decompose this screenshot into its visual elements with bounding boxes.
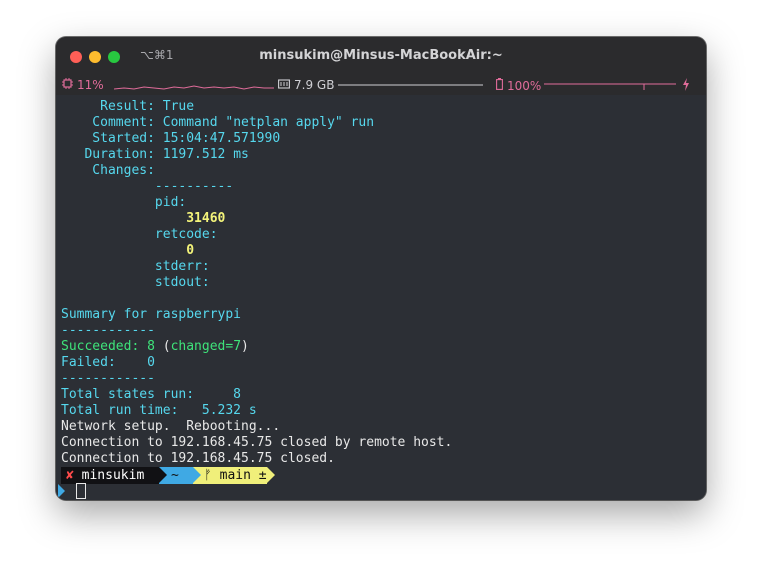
error-status-icon: ✘ — [66, 468, 74, 483]
prompt-separator — [193, 467, 201, 483]
connection-line-2: Connection to 192.168.45.75 closed. — [61, 451, 335, 466]
title-bar[interactable]: ⌥⌘1 minsukim@Minsus-MacBookAir:~ — [56, 37, 706, 75]
total-time-line: Total run time: 5.232 s — [61, 403, 257, 418]
prompt-git-segment: ᚠ main ± — [193, 467, 267, 484]
cpu-value: 11% — [77, 78, 104, 92]
prompt-branch: main ± — [219, 468, 267, 483]
memory-graph — [338, 84, 483, 86]
prompt-dir: ~ — [171, 468, 179, 483]
total-states-line: Total states run: 8 — [61, 387, 242, 402]
prompt-caret-icon — [58, 484, 65, 498]
connection-line-1: Connection to 192.168.45.75 closed by re… — [61, 435, 453, 450]
battery-icon — [496, 78, 503, 93]
pid-value: 31460 — [61, 211, 226, 226]
window-title: minsukim@Minsus-MacBookAir:~ — [259, 48, 503, 63]
battery-value: 100% — [507, 79, 542, 93]
memory-icon — [278, 78, 290, 92]
battery-graph — [544, 83, 676, 90]
git-branch-icon: ᚠ — [204, 468, 212, 483]
network-line: Network setup. Rebooting... — [61, 419, 281, 434]
duration-line: Duration: 1197.512 ms — [61, 147, 249, 162]
separator-line: ---------- — [61, 179, 234, 194]
prompt-user: minsukim — [81, 468, 145, 483]
summary-separator: ------------ — [61, 323, 155, 338]
status-bar: 11% 7.9 GB 100% — [56, 75, 706, 95]
retcode-label: retcode: — [61, 227, 218, 242]
changes-line: Changes: — [61, 163, 155, 178]
succeeded-line: Succeeded: 8 (changed=7) — [61, 339, 249, 354]
cpu-graph — [114, 85, 274, 90]
cpu-chip-icon — [62, 78, 73, 92]
stderr-label: stderr: — [61, 259, 210, 274]
comment-line: Comment: Command "netplan apply" run — [61, 115, 375, 130]
summary-separator-2: ------------ — [61, 371, 155, 386]
stdout-label: stdout: — [61, 275, 210, 290]
prompt-user-segment: ✘ minsukim — [61, 467, 159, 484]
terminal-window: ⌥⌘1 minsukim@Minsus-MacBookAir:~ 11% 7.9… — [56, 37, 706, 500]
terminal-cursor[interactable] — [76, 483, 86, 499]
memory-status: 7.9 GB — [278, 78, 334, 92]
pid-label: pid: — [61, 195, 187, 210]
prompt-separator — [159, 467, 167, 483]
terminal-output[interactable]: Result: True Comment: Command "netplan a… — [56, 95, 706, 500]
lightning-icon — [682, 78, 690, 94]
result-line: Result: True — [61, 99, 195, 114]
started-line: Started: 15:04:47.571990 — [61, 131, 281, 146]
retcode-value: 0 — [61, 243, 195, 258]
failed-line: Failed: 0 — [61, 355, 155, 370]
prompt-separator — [267, 467, 275, 483]
cpu-status: 11% — [62, 78, 104, 92]
summary-line: Summary for raspberrypi — [61, 307, 242, 322]
battery-status: 100% — [496, 78, 541, 93]
memory-value: 7.9 GB — [294, 78, 335, 92]
